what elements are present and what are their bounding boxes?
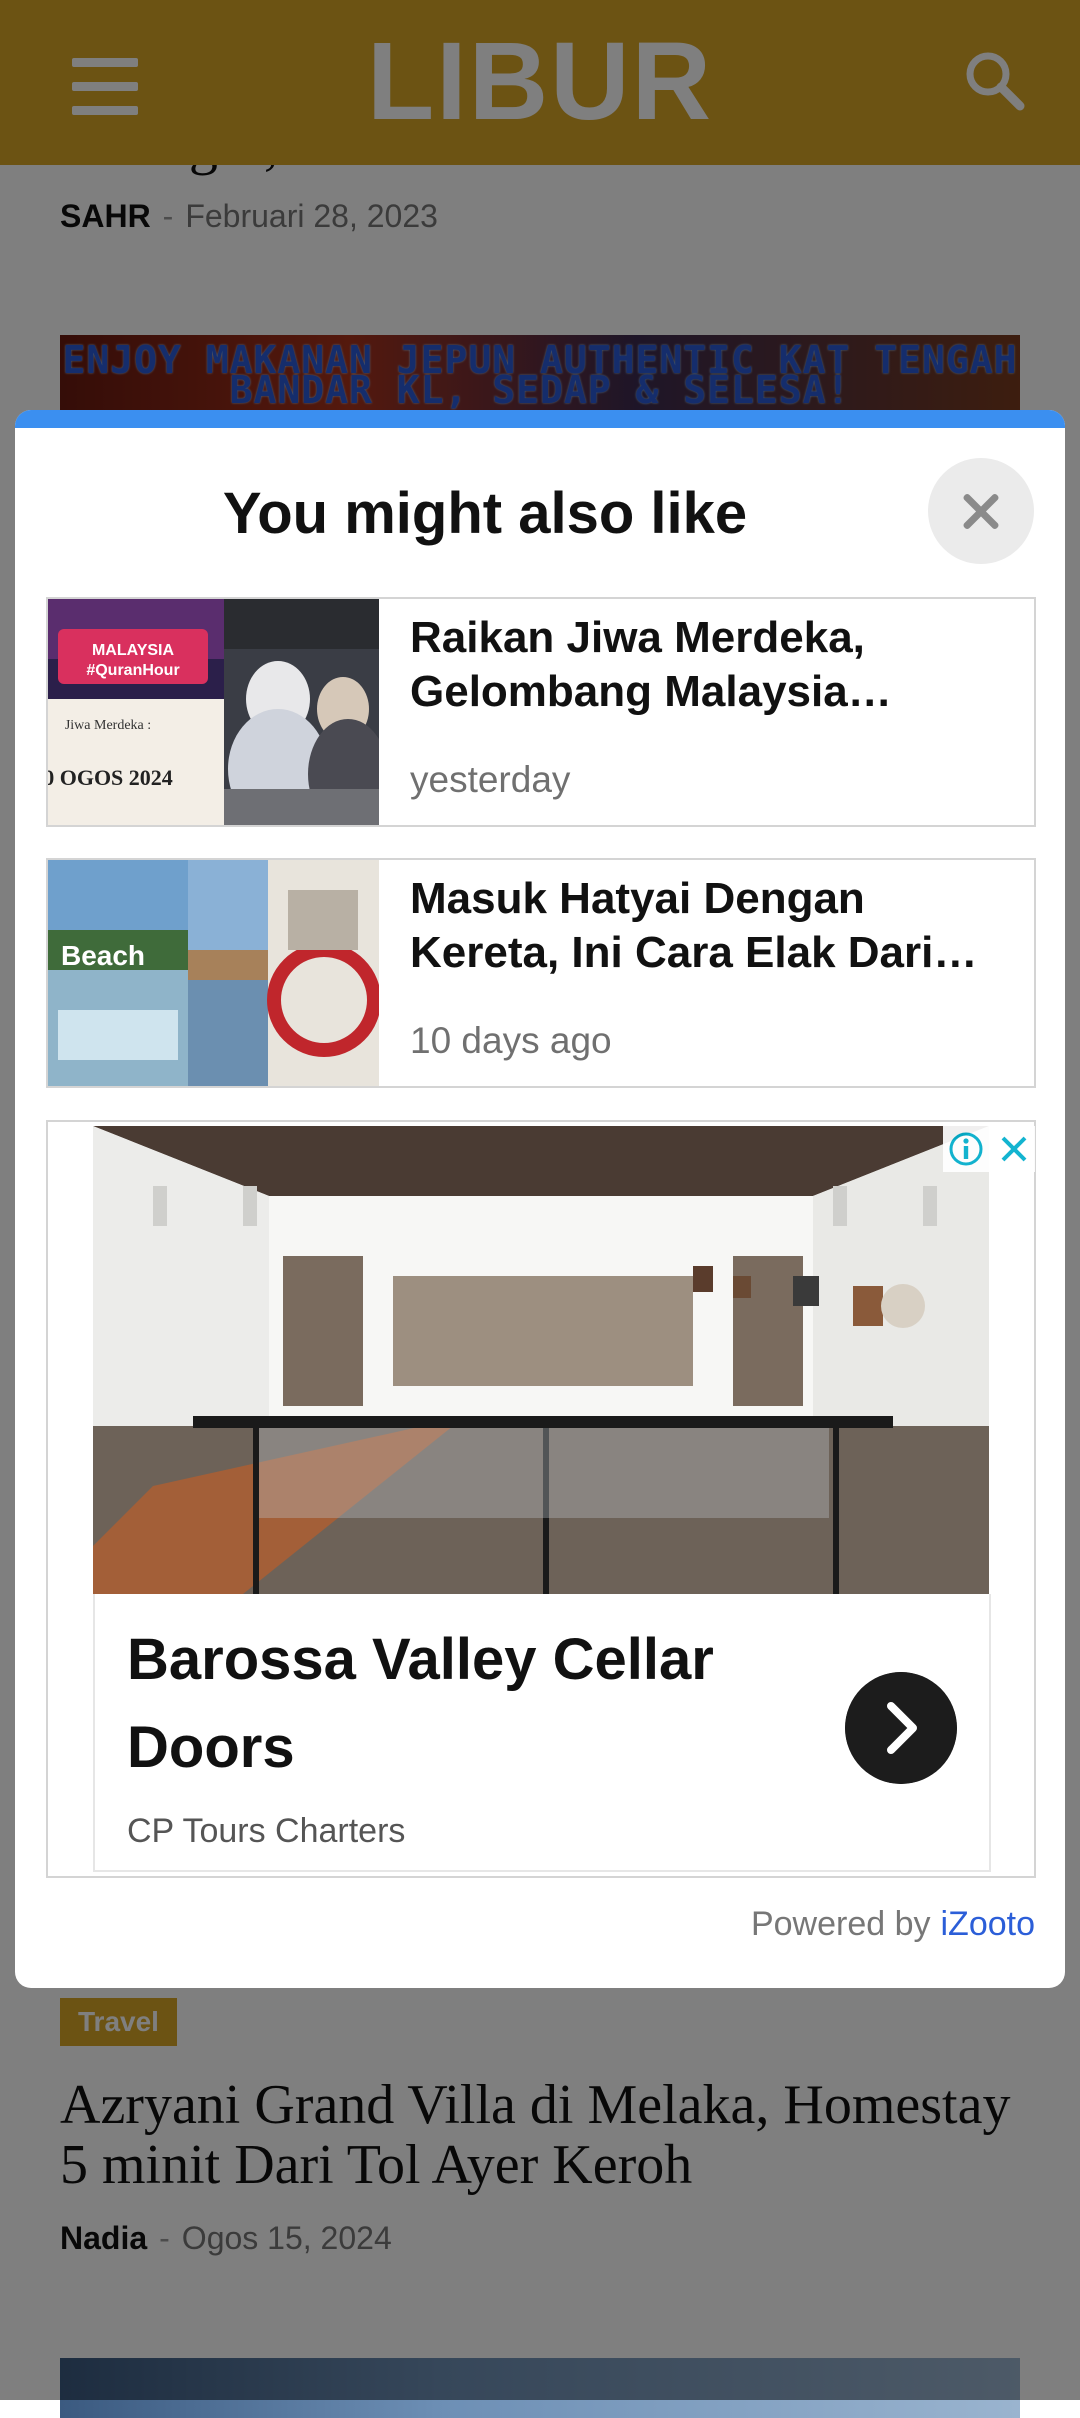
recommendation-title[interactable]: Masuk Hatyai Dengan Kereta, Ini Cara Ela…	[410, 872, 1010, 980]
ad-image[interactable]	[93, 1126, 989, 1594]
powered-by-label: Powered by	[750, 1905, 931, 1943]
recommendation-card[interactable]: MALAYSIA #QuranHour Jiwa Merdeka : 0 OGO…	[46, 597, 1036, 827]
izooto-link[interactable]: iZooto	[941, 1905, 1036, 1943]
thumbnail-text: Beach	[61, 940, 145, 971]
svg-text:MALAYSIA: MALAYSIA	[92, 642, 175, 659]
sponsored-ad-card[interactable]: Barossa Valley Cellar Doors CP Tours Cha…	[46, 1120, 1036, 1878]
modal-accent-bar	[15, 410, 1065, 428]
recommendation-title[interactable]: Raikan Jiwa Merdeka, Gelombang Malaysia …	[410, 611, 1010, 719]
ad-info-panel[interactable]: Barossa Valley Cellar Doors CP Tours Cha…	[93, 1594, 991, 1872]
recommendation-time: 10 days ago	[410, 1020, 612, 1061]
thumbnail-text: 0 OGOS 2024	[48, 765, 173, 790]
recommendation-thumbnail: MALAYSIA #QuranHour Jiwa Merdeka : 0 OGO…	[48, 599, 379, 825]
modal-title: You might also like	[222, 481, 748, 546]
recommendation-time: yesterday	[410, 759, 571, 800]
powered-by: Powered by iZooto	[751, 1905, 1035, 1944]
recommendation-modal: You might also like MALAYSIA #QuranHour …	[15, 410, 1065, 1988]
chevron-right-icon[interactable]	[845, 1672, 957, 1784]
ad-source: CP Tours Charters	[127, 1812, 406, 1850]
recommendation-thumbnail: Beach	[48, 860, 379, 1086]
ad-badges	[943, 1126, 1035, 1172]
svg-text:#QuranHour: #QuranHour	[86, 662, 179, 679]
ad-title[interactable]: Barossa Valley Cellar Doors	[127, 1616, 827, 1792]
close-icon[interactable]	[995, 1130, 1033, 1168]
svg-text:Jiwa Merdeka :: Jiwa Merdeka :	[65, 718, 151, 733]
info-icon[interactable]	[947, 1130, 985, 1168]
close-modal-button[interactable]	[928, 458, 1034, 564]
recommendation-card[interactable]: Beach Masuk Hatyai Dengan Kereta, Ini Ca…	[46, 858, 1036, 1088]
